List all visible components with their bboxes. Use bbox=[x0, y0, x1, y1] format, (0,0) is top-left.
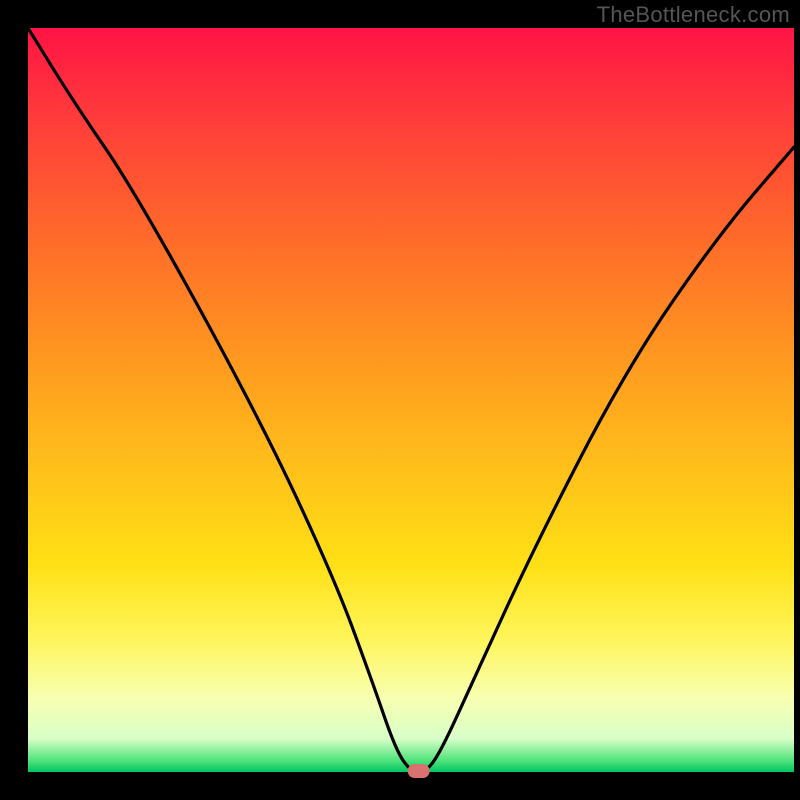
bottleneck-chart bbox=[0, 0, 800, 800]
optimum-marker bbox=[408, 764, 430, 778]
watermark-text: TheBottleneck.com bbox=[597, 2, 790, 28]
chart-frame: TheBottleneck.com bbox=[0, 0, 800, 800]
plot-background bbox=[28, 28, 794, 772]
